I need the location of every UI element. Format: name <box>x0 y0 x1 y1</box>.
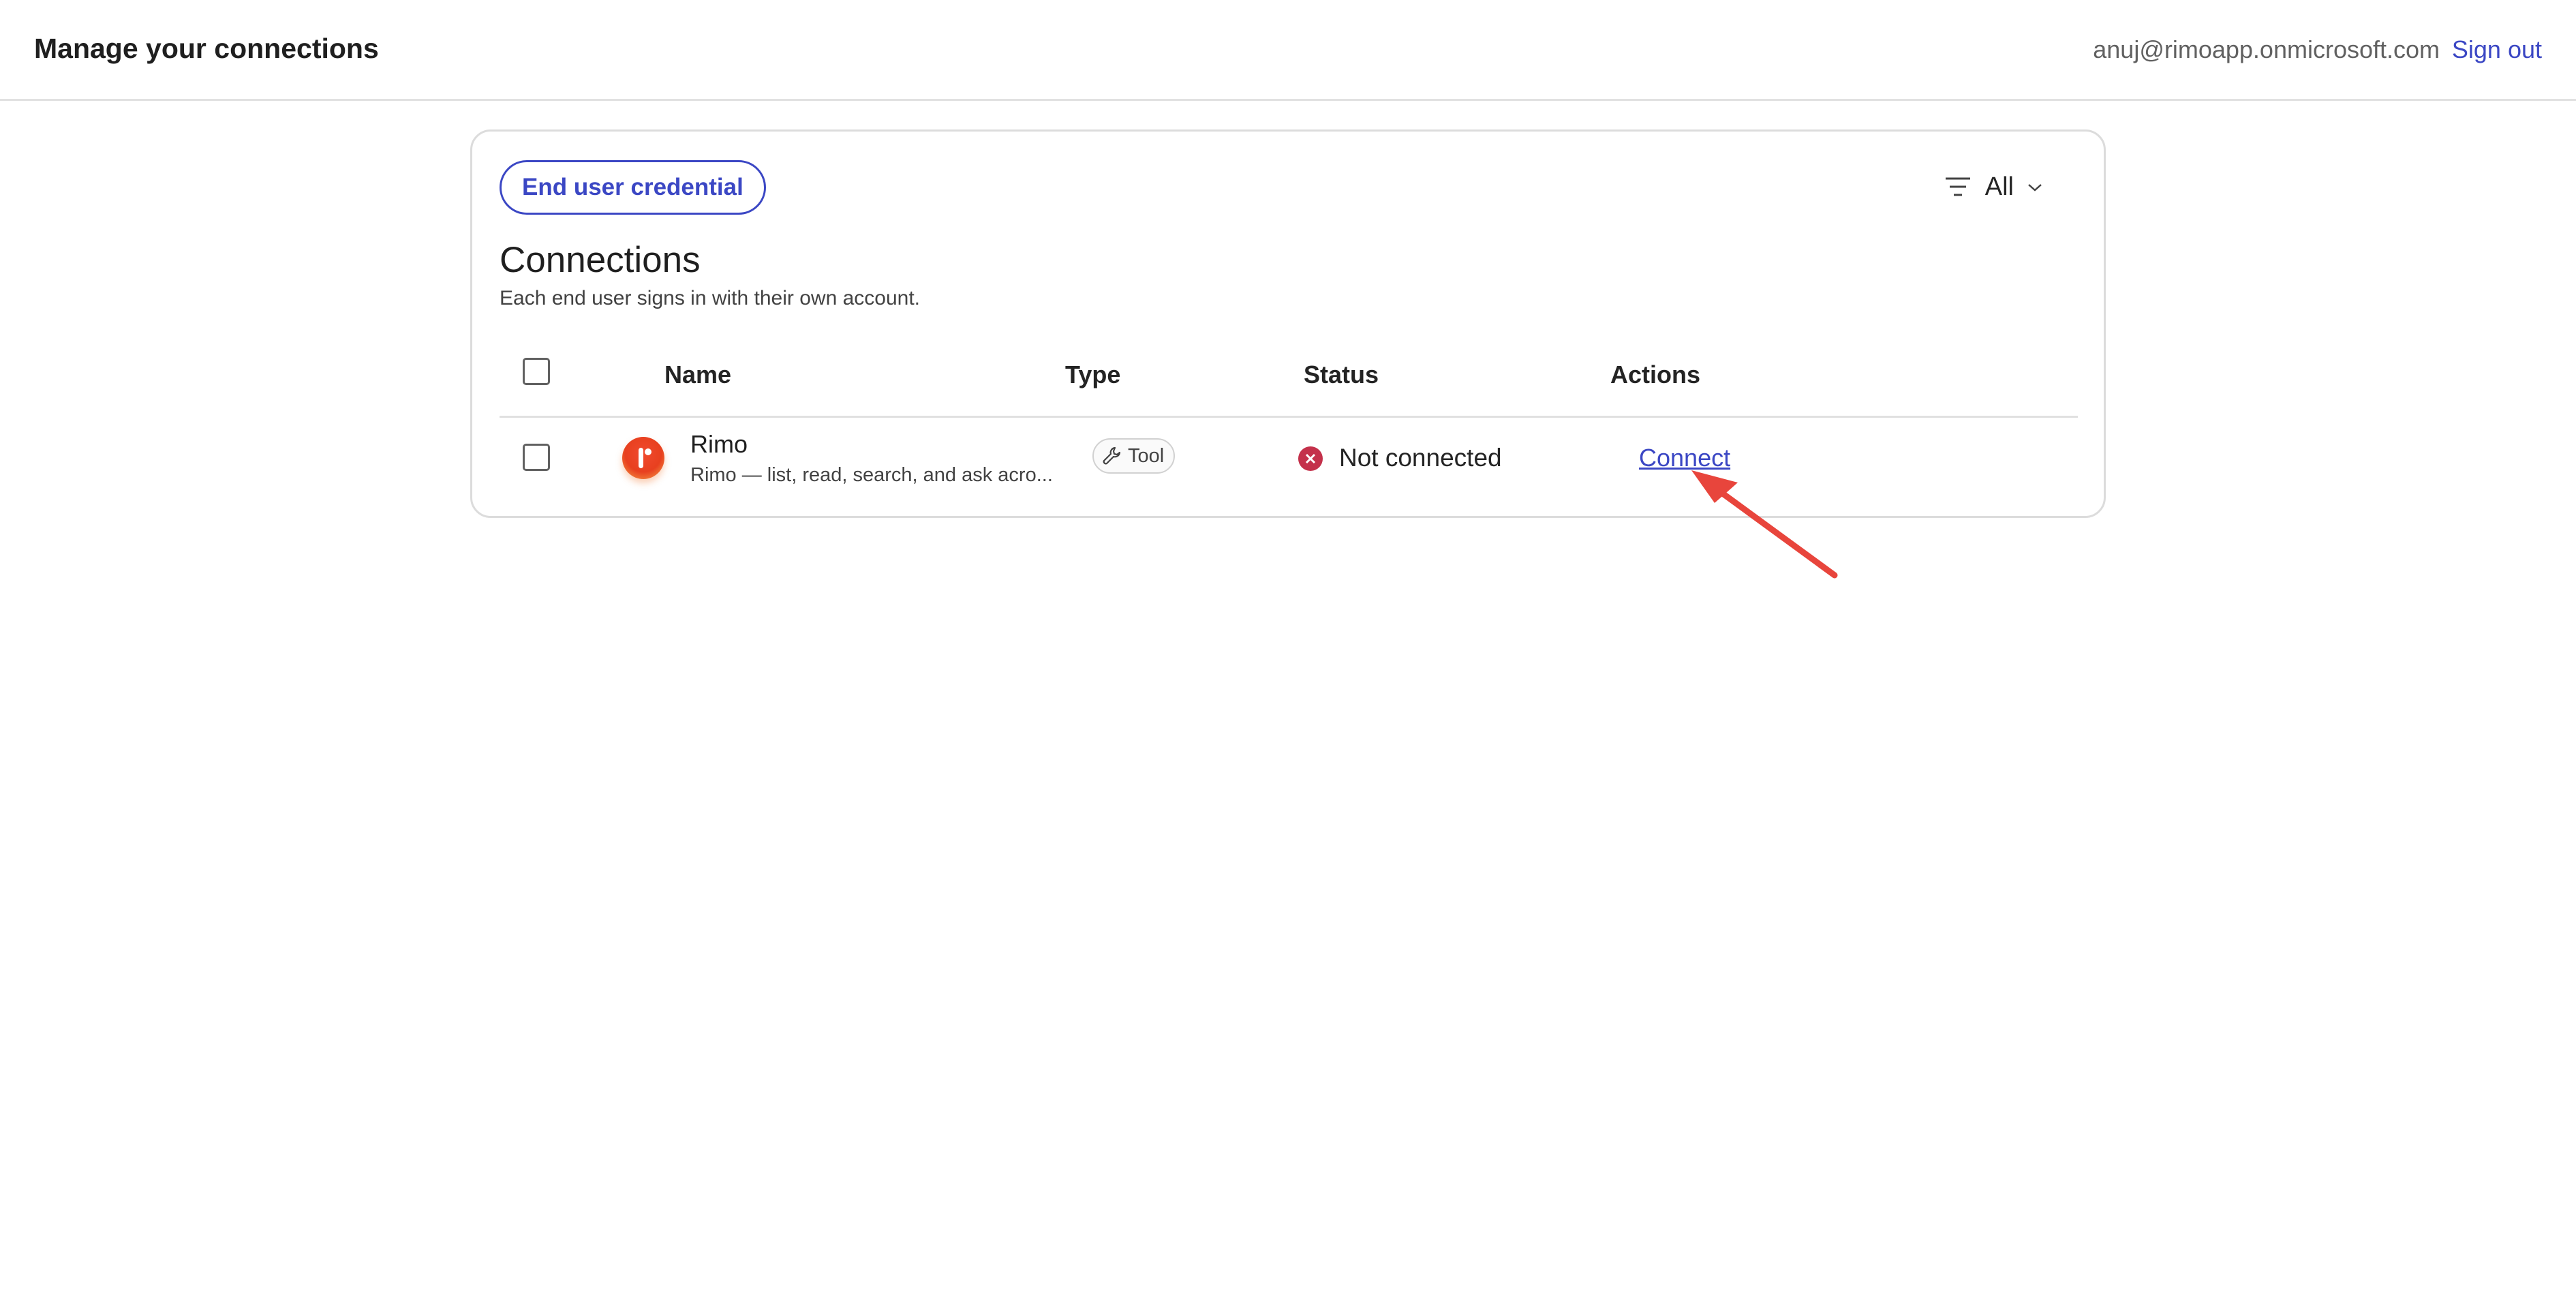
type-label: Tool <box>1128 444 1165 467</box>
filter-icon <box>1945 177 1970 196</box>
table-row: Rimo Rimo — list, read, search, and ask … <box>500 418 2078 498</box>
user-email: anuj@rimoapp.onmicrosoft.com <box>2093 35 2440 63</box>
filter-dropdown[interactable]: All <box>1944 172 2042 202</box>
select-all-checkbox[interactable] <box>523 358 550 385</box>
column-header-status[interactable]: Status <box>1304 361 1379 389</box>
status-text: Not connected <box>1339 444 1502 472</box>
connections-card: End user credential All Connections Each… <box>470 129 2106 518</box>
column-header-actions: Actions <box>1610 361 1701 388</box>
error-circle-icon <box>1298 446 1323 471</box>
column-header-type[interactable]: Type <box>1065 361 1120 389</box>
sign-out-link[interactable]: Sign out <box>2452 35 2542 64</box>
table-header: Name Type Status Actions <box>500 341 2078 418</box>
column-header-name[interactable]: Name <box>664 361 731 389</box>
page-title: Manage your connections <box>34 33 379 64</box>
row-checkbox[interactable] <box>523 444 550 471</box>
section-subtitle: Each end user signs in with their own ac… <box>500 287 921 309</box>
filter-label: All <box>1984 172 2014 201</box>
type-badge: Tool <box>1092 438 1176 474</box>
wrench-icon <box>1103 446 1121 465</box>
chevron-down-icon <box>2028 183 2042 192</box>
connection-name: Rimo <box>690 430 748 458</box>
top-header: Manage your connections anuj@rimoapp.onm… <box>0 0 2576 101</box>
end-user-credential-button[interactable]: End user credential <box>500 160 766 215</box>
section-title: Connections <box>500 240 701 280</box>
connect-link[interactable]: Connect <box>1639 444 1730 472</box>
connection-description: Rimo — list, read, search, and ask acro.… <box>690 464 1053 486</box>
rimo-logo-icon <box>622 437 664 479</box>
